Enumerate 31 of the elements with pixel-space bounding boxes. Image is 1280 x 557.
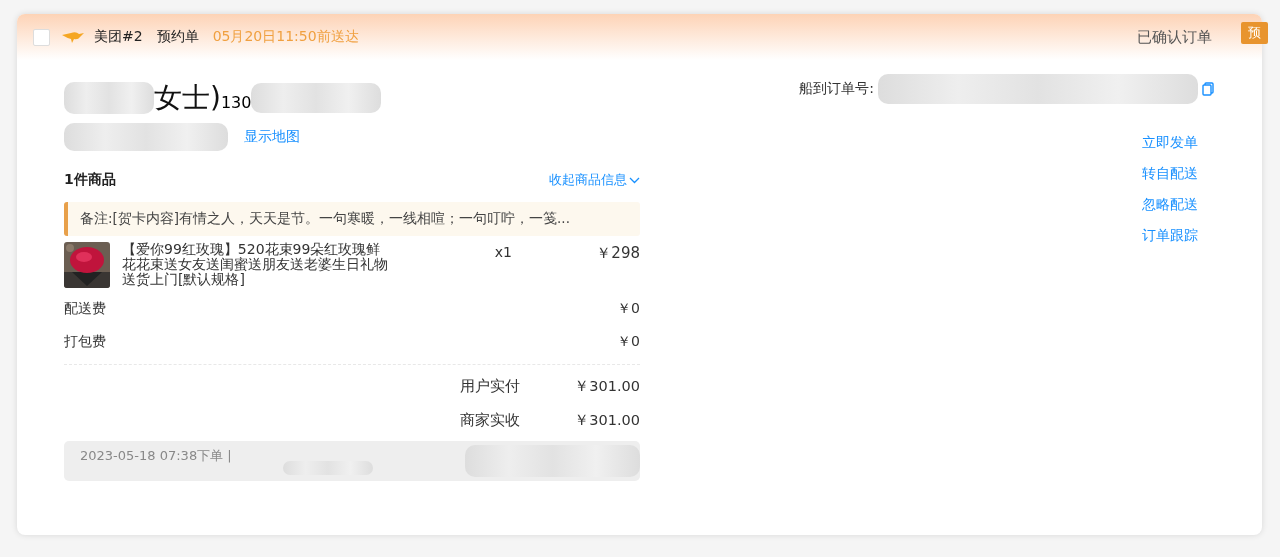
action-link[interactable]: 忽略配送 <box>1142 196 1198 214</box>
fee-label: 配送费 <box>64 299 106 318</box>
chevron-down-icon <box>629 176 640 184</box>
product-quantity: x1 <box>493 244 512 260</box>
product-price: ￥298 <box>595 244 640 263</box>
fee-amount: ￥0 <box>617 299 640 318</box>
customer-phone: 130 <box>220 92 252 112</box>
show-map-link[interactable]: 显示地图 <box>244 128 300 146</box>
total-amount: ￥301.00 <box>573 376 640 396</box>
order-time: 2023-05-18 07:38下单 | <box>80 447 232 465</box>
order-note: 备注:[贺卡内容]有情之人，天天是节。一句寒暖，一线相喧；一句叮咛，一笺... <box>64 202 640 236</box>
copy-icon[interactable] <box>1202 82 1214 96</box>
total-amount: ￥301.00 <box>573 410 640 430</box>
order-number-label: 船到订单号: <box>799 80 874 98</box>
select-checkbox[interactable] <box>33 28 50 46</box>
total-label: 用户实付 <box>460 376 521 396</box>
action-link[interactable]: 订单跟踪 <box>1142 227 1198 245</box>
delivery-deadline: 05月20日11:50前送达 <box>212 28 359 46</box>
order-status: 已确认订单 <box>1137 27 1212 47</box>
platform-label: 美团#2 <box>94 28 143 46</box>
action-link[interactable]: 立即发单 <box>1142 134 1198 152</box>
goods-count: 1件商品 <box>64 171 116 189</box>
fee-amount: ￥0 <box>617 332 640 351</box>
product-name: 【爱你99红玫瑰】520花束99朵红玫瑰鲜花花束送女友送闺蜜送朋友送老婆生日礼物送货上门[默认规格] <box>122 242 389 287</box>
customer-name: 女士) <box>154 80 221 116</box>
action-link[interactable]: 转自配送 <box>1142 165 1198 183</box>
preorder-badge: 预 <box>1241 22 1268 44</box>
total-label: 商家实收 <box>460 410 521 430</box>
order-type: 预约单 <box>156 28 199 46</box>
collapse-goods-link[interactable]: 收起商品信息 <box>549 171 640 189</box>
fee-label: 打包费 <box>64 332 106 351</box>
